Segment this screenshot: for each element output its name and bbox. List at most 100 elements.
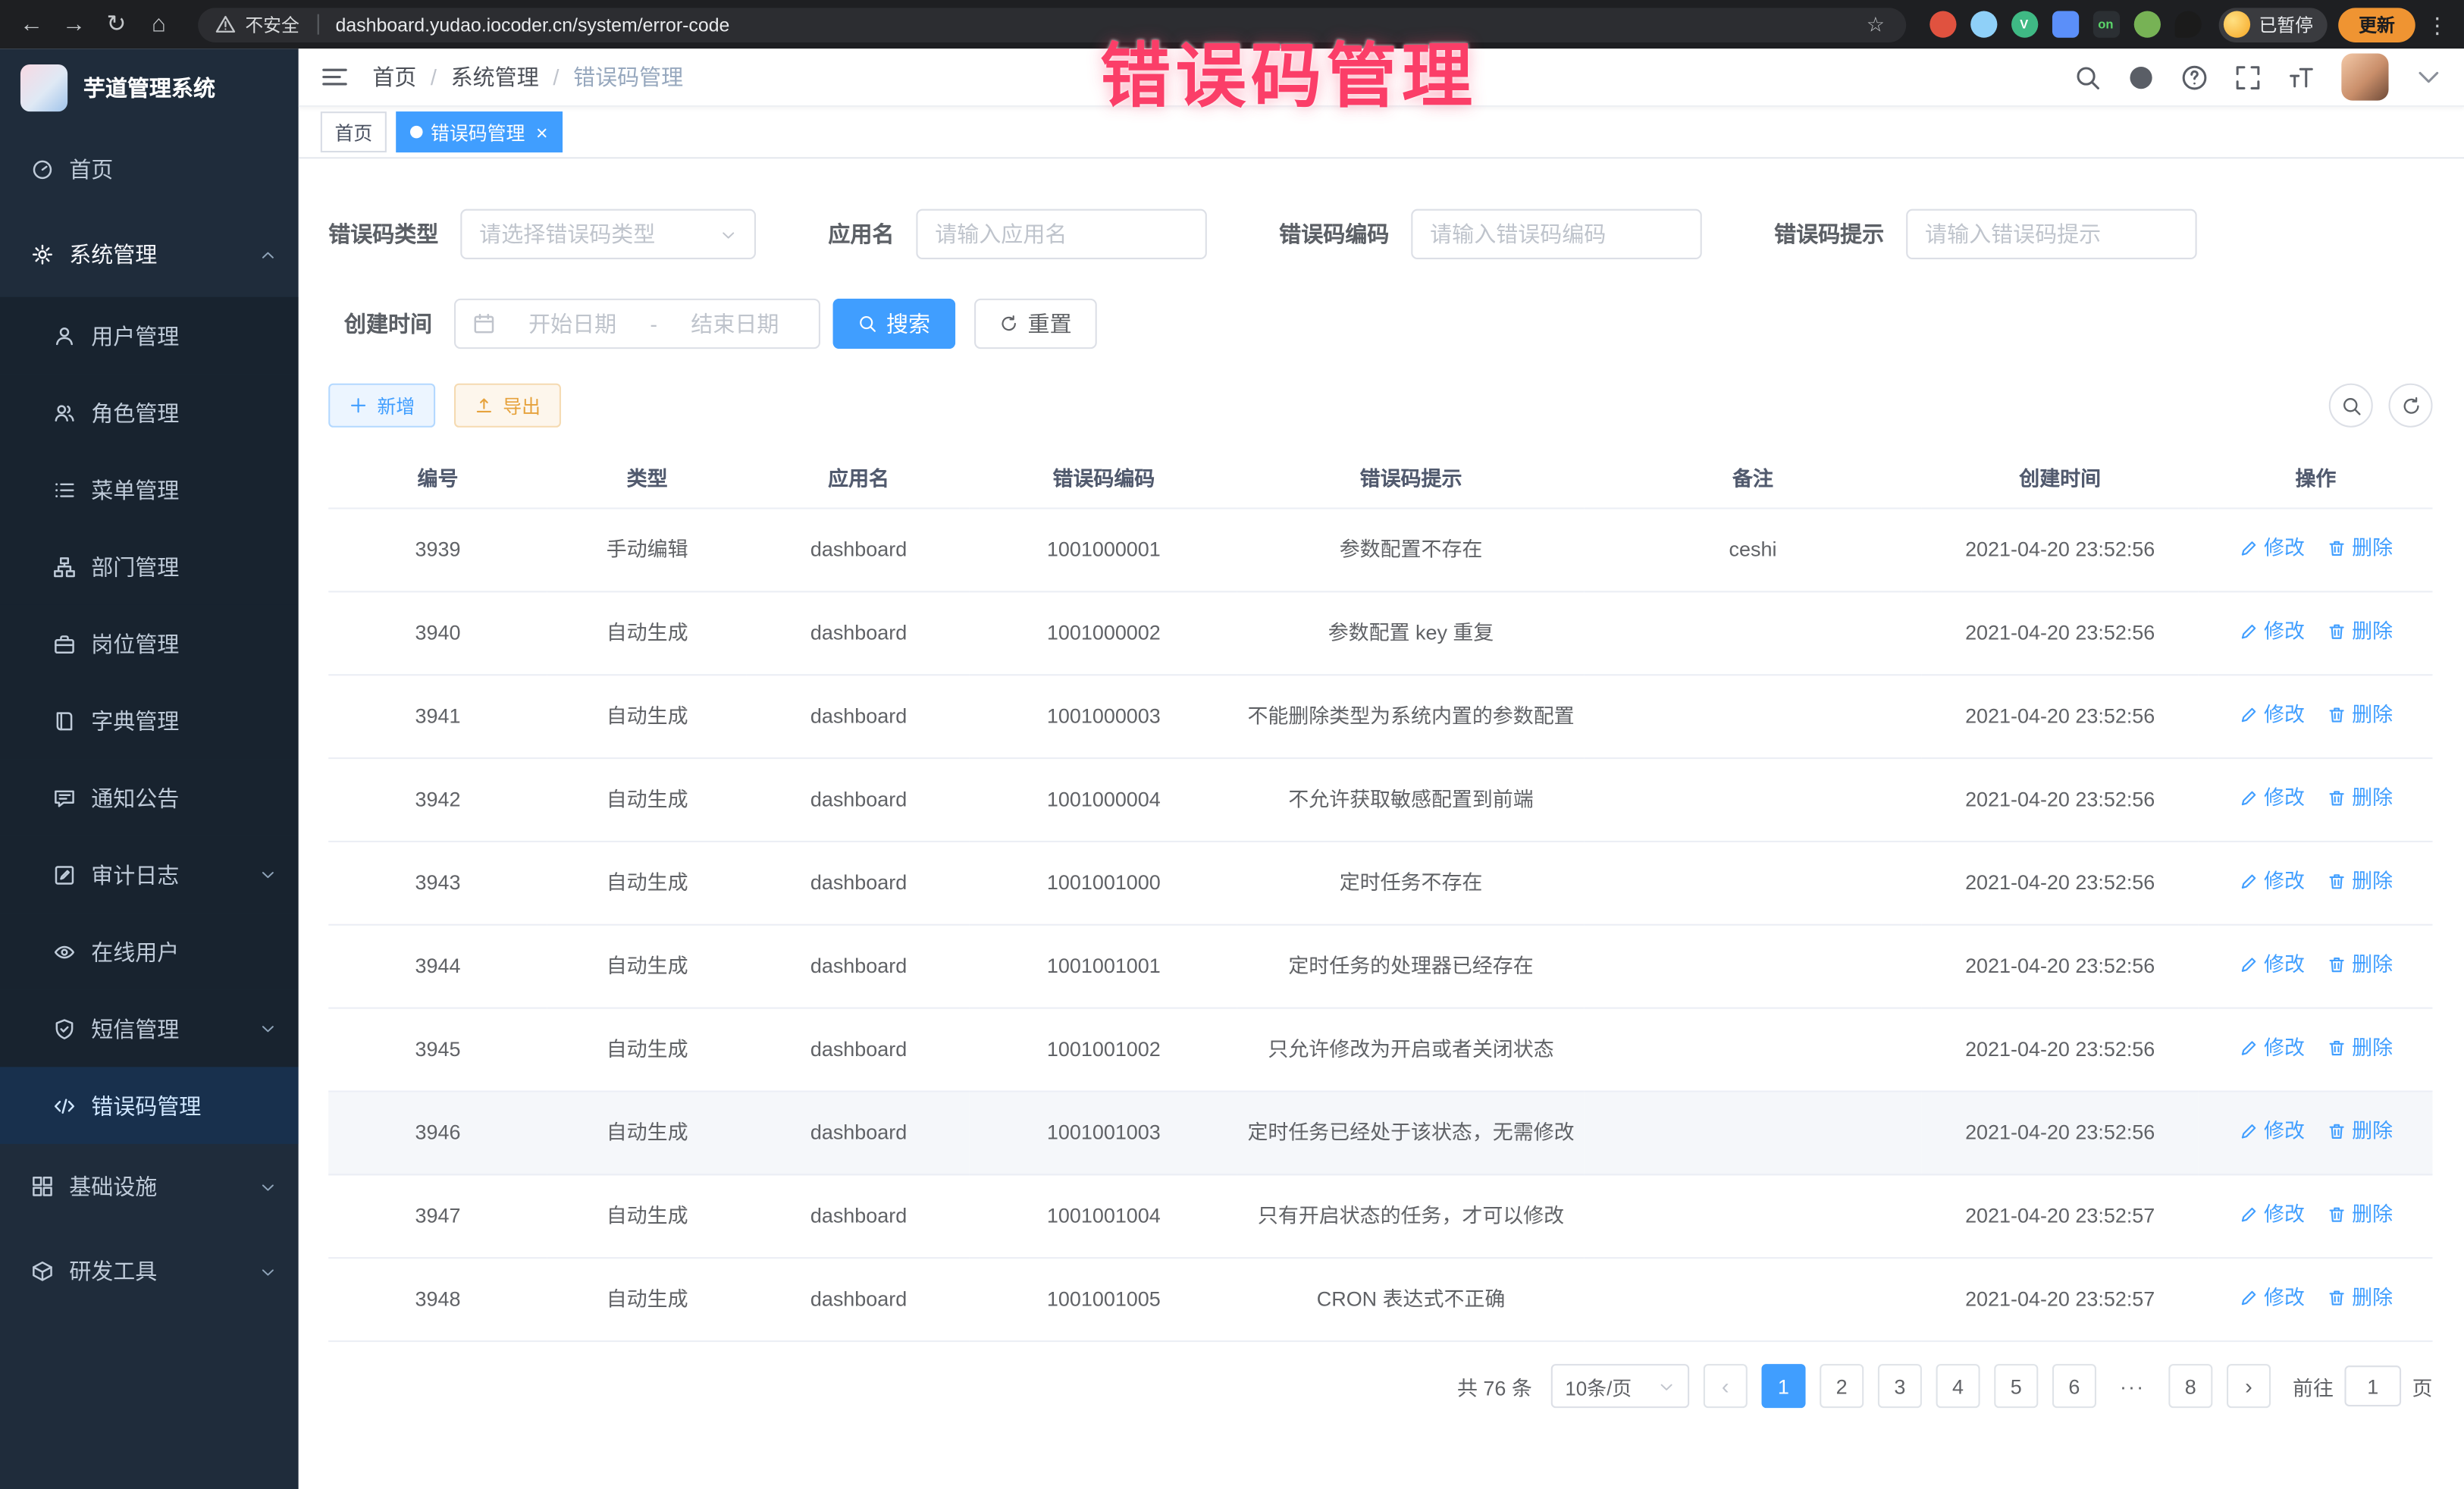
tab-close-icon[interactable]: ×	[536, 122, 548, 143]
cell-time: 2021-04-20 23:52:56	[1921, 509, 2199, 592]
page-button[interactable]: 6	[2052, 1364, 2096, 1408]
delete-button[interactable]: 删除	[2327, 866, 2393, 897]
delete-button[interactable]: 删除	[2327, 1199, 2393, 1230]
page-button[interactable]: 3	[1878, 1364, 1922, 1408]
bookmark-star-icon[interactable]: ☆	[1863, 12, 1888, 37]
forward-icon[interactable]: →	[58, 8, 89, 39]
edit-button[interactable]: 修改	[2239, 1199, 2305, 1230]
sidebar-item-5[interactable]: 菜单管理	[0, 451, 299, 528]
next-page-button[interactable]: ›	[2227, 1364, 2271, 1408]
delete-button[interactable]: 删除	[2327, 616, 2393, 647]
extension-icon-lightblue[interactable]	[1970, 11, 1996, 38]
date-range-picker[interactable]: 开始日期 - 结束日期	[454, 299, 820, 349]
tab-1[interactable]: 首页	[321, 111, 387, 152]
breadcrumb-item[interactable]: 系统管理	[451, 61, 539, 92]
cell-message: 不能删除类型为系统内置的参数配置	[1237, 675, 1585, 758]
delete-button[interactable]: 删除	[2327, 1033, 2393, 1064]
browser-profile-chip[interactable]: 已暂停	[2218, 7, 2328, 42]
extension-icon-vue[interactable]: V	[2011, 11, 2037, 38]
page-button[interactable]: 8	[2168, 1364, 2212, 1408]
app-logo[interactable]: 芋道管理系统	[0, 49, 299, 127]
add-button[interactable]: 新增	[328, 384, 435, 428]
extension-icon-green[interactable]	[2133, 11, 2160, 38]
delete-button[interactable]: 删除	[2327, 699, 2393, 730]
error-type-select[interactable]: 请选择错误码类型	[460, 209, 756, 259]
prev-page-button[interactable]: ‹	[1704, 1364, 1748, 1408]
edit-button-label: 修改	[2264, 533, 2305, 564]
sidebar-item-12[interactable]: 短信管理	[0, 990, 299, 1067]
sidebar-item-2[interactable]: 系统管理	[0, 212, 299, 297]
delete-button[interactable]: 删除	[2327, 533, 2393, 564]
edit-button[interactable]: 修改	[2239, 1033, 2305, 1064]
sidebar-item-1[interactable]: 首页	[0, 127, 299, 212]
edit-button[interactable]: 修改	[2239, 866, 2305, 897]
delete-button[interactable]: 删除	[2327, 782, 2393, 813]
fullscreen-icon[interactable]	[2234, 64, 2261, 90]
page-button[interactable]: 1	[1761, 1364, 1805, 1408]
edit-button[interactable]: 修改	[2239, 1282, 2305, 1313]
breadcrumb-item[interactable]: 错误码管理	[573, 61, 683, 92]
sidebar-item-11[interactable]: 在线用户	[0, 913, 299, 990]
breadcrumb-item[interactable]: 首页	[372, 61, 416, 92]
edit-button[interactable]: 修改	[2239, 533, 2305, 564]
page-size-select[interactable]: 10条/页	[1551, 1364, 1689, 1408]
address-bar[interactable]: 不安全 dashboard.yudao.iocoder.cn/system/er…	[198, 7, 1905, 42]
search-icon[interactable]	[2074, 64, 2101, 90]
sidebar-item-4[interactable]: 角色管理	[0, 374, 299, 451]
search-button[interactable]: 搜索	[833, 299, 956, 349]
sidebar-item-label: 审计日志	[91, 859, 243, 890]
sidebar-item-13[interactable]: 错误码管理	[0, 1067, 299, 1144]
back-icon[interactable]: ←	[16, 8, 47, 39]
pagination-more[interactable]: ···	[2111, 1364, 2155, 1408]
edit-button[interactable]: 修改	[2239, 1116, 2305, 1147]
app-name-input[interactable]: 请输入应用名	[916, 209, 1206, 259]
sidebar-item-3[interactable]: 用户管理	[0, 297, 299, 375]
reload-icon[interactable]: ↻	[101, 8, 132, 39]
book-icon	[53, 710, 75, 732]
reset-button[interactable]: 重置	[974, 299, 1097, 349]
user-avatar[interactable]	[2341, 53, 2388, 100]
sidebar-item-8[interactable]: 字典管理	[0, 682, 299, 760]
cell-app: dashboard	[747, 591, 970, 675]
browser-update-button[interactable]: 更新	[2338, 7, 2415, 42]
edit-button[interactable]: 修改	[2239, 699, 2305, 730]
sidebar-item-15[interactable]: 研发工具	[0, 1229, 299, 1314]
error-code-input[interactable]: 请输入错误码编码	[1411, 209, 1701, 259]
cell-id: 3945	[328, 1008, 547, 1092]
refresh-table-button[interactable]	[2389, 384, 2433, 428]
font-size-icon[interactable]	[2288, 64, 2315, 90]
extension-icon-blue-grid[interactable]	[2052, 11, 2078, 38]
avatar-caret-icon[interactable]	[2415, 64, 2442, 90]
page-button[interactable]: 4	[1936, 1364, 1980, 1408]
delete-button[interactable]: 删除	[2327, 1282, 2393, 1313]
extension-icon-switch[interactable]: on	[2093, 11, 2119, 38]
error-message-input[interactable]: 请输入错误码提示	[1906, 209, 2196, 259]
page-button[interactable]: 2	[1820, 1364, 1864, 1408]
tab-active-dot	[410, 126, 423, 139]
cell-app: dashboard	[747, 758, 970, 842]
tab-2[interactable]: 错误码管理×	[396, 111, 562, 152]
edit-button[interactable]: 修改	[2239, 782, 2305, 813]
page-button[interactable]: 5	[1994, 1364, 2038, 1408]
toggle-search-button[interactable]	[2329, 384, 2373, 428]
extension-icon-red[interactable]	[1929, 11, 1955, 38]
delete-button[interactable]: 删除	[2327, 1116, 2393, 1147]
delete-button[interactable]: 删除	[2327, 949, 2393, 980]
sidebar-item-10[interactable]: 审计日志	[0, 836, 299, 914]
search-icon	[2340, 395, 2361, 415]
extension-icon-pin[interactable]	[2174, 11, 2201, 38]
home-icon[interactable]: ⌂	[143, 8, 174, 39]
edit-button[interactable]: 修改	[2239, 616, 2305, 647]
github-icon[interactable]	[2127, 64, 2154, 90]
cell-id: 3943	[328, 842, 547, 925]
browser-menu-icon[interactable]: ⋮	[2426, 8, 2448, 39]
sidebar-item-7[interactable]: 岗位管理	[0, 605, 299, 682]
export-button[interactable]: 导出	[454, 384, 561, 428]
sidebar-item-6[interactable]: 部门管理	[0, 528, 299, 605]
help-icon[interactable]	[2181, 64, 2208, 90]
goto-page-input[interactable]: 1	[2344, 1365, 2401, 1406]
hamburger-icon[interactable]	[321, 63, 349, 91]
sidebar-item-14[interactable]: 基础设施	[0, 1144, 299, 1229]
edit-button[interactable]: 修改	[2239, 949, 2305, 980]
sidebar-item-9[interactable]: 通知公告	[0, 759, 299, 836]
